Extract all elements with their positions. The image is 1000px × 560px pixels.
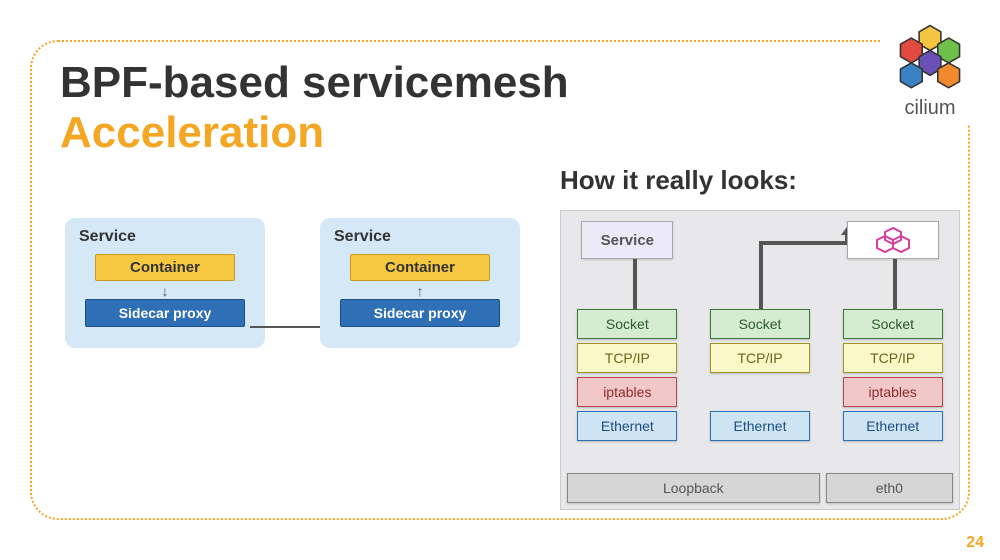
- service-box-a: Service Container ↓ Sidecar proxy: [65, 218, 265, 348]
- slide: cilium BPF-based servicemesh Acceleratio…: [0, 0, 1000, 560]
- tcpip-box: TCP/IP: [577, 343, 677, 373]
- container-chip: Container: [350, 254, 490, 281]
- arrow-down-icon: ↓: [79, 285, 251, 297]
- ethernet-box: Ethernet: [577, 411, 677, 441]
- ethernet-box: Ethernet: [843, 411, 943, 441]
- brand-name: cilium: [880, 97, 980, 120]
- service-label: Service: [79, 228, 251, 246]
- slide-title: BPF-based servicemesh: [60, 58, 569, 108]
- socket-box: Socket: [710, 309, 810, 339]
- brand-logo: cilium: [880, 20, 980, 124]
- stack-col-service: Service Socket TCP/IP iptables Ethernet: [561, 211, 694, 509]
- eth0-box: eth0: [826, 473, 953, 503]
- stack-col-mid: Socket TCP/IP Ethernet: [694, 211, 827, 509]
- container-chip: Container: [95, 254, 235, 281]
- network-stack-panel: Service Socket TCP/IP iptables Ethernet …: [560, 210, 960, 510]
- page-number: 24: [966, 534, 984, 552]
- slide-subtitle: Acceleration: [60, 108, 324, 158]
- proxy-top-box: [847, 221, 939, 259]
- sidecar-proxy-chip: Sidecar proxy: [340, 299, 500, 327]
- tcpip-box: TCP/IP: [843, 343, 943, 373]
- right-heading: How it really looks:: [560, 165, 797, 196]
- socket-box: Socket: [843, 309, 943, 339]
- ethernet-box: Ethernet: [710, 411, 810, 441]
- socket-box: Socket: [577, 309, 677, 339]
- sidecar-proxy-chip: Sidecar proxy: [85, 299, 245, 327]
- service-label: Service: [334, 228, 506, 246]
- proxy-cubes-icon: [873, 226, 913, 254]
- bottom-row: Loopback eth0: [567, 473, 953, 503]
- stack-col-proxy: Socket TCP/IP iptables Ethernet: [826, 211, 959, 509]
- service-top-box: Service: [581, 221, 673, 259]
- service-box-b: Service Container ↑ Sidecar proxy: [320, 218, 520, 348]
- tcpip-box: TCP/IP: [710, 343, 810, 373]
- arrow-up-icon: ↑: [334, 285, 506, 297]
- loopback-box: Loopback: [567, 473, 820, 503]
- iptables-box: iptables: [843, 377, 943, 407]
- iptables-box: iptables: [577, 377, 677, 407]
- cilium-hexes-icon: [890, 24, 970, 94]
